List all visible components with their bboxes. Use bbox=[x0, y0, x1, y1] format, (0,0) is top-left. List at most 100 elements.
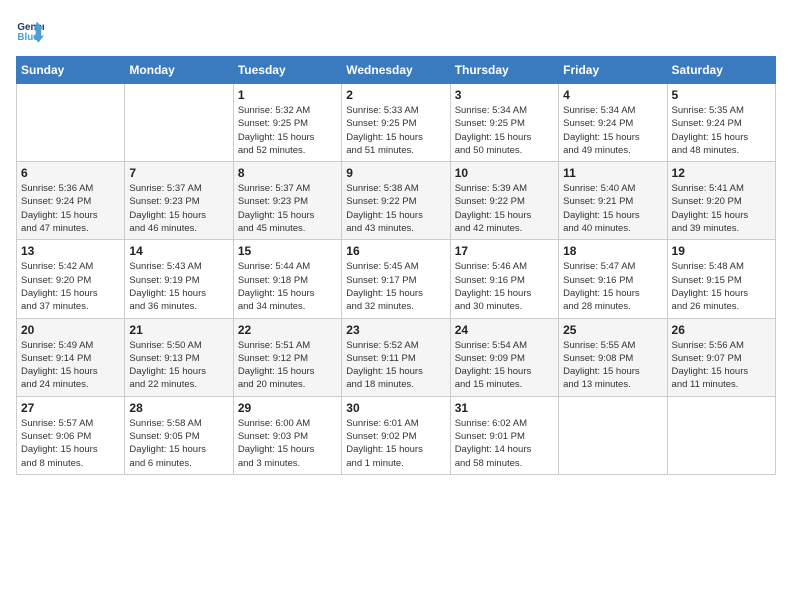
day-info: Sunrise: 5:45 AM Sunset: 9:17 PM Dayligh… bbox=[346, 260, 445, 313]
weekday-header-tuesday: Tuesday bbox=[233, 57, 341, 84]
day-number: 24 bbox=[455, 323, 554, 337]
day-info: Sunrise: 6:01 AM Sunset: 9:02 PM Dayligh… bbox=[346, 417, 445, 470]
calendar-week-row: 27 Sunrise: 5:57 AM Sunset: 9:06 PM Dayli… bbox=[17, 396, 776, 474]
day-number: 10 bbox=[455, 166, 554, 180]
calendar-cell: 10 Sunrise: 5:39 AM Sunset: 9:22 PM Dayli… bbox=[450, 162, 558, 240]
calendar-cell: 14Sunrise: 5:43 AM Sunset: 9:19 PM Dayli… bbox=[125, 240, 233, 318]
calendar-cell: 25Sunrise: 5:55 AM Sunset: 9:08 PM Dayli… bbox=[559, 318, 667, 396]
calendar-cell: 23 Sunrise: 5:52 AM Sunset: 9:11 PM Dayli… bbox=[342, 318, 450, 396]
calendar-cell: 30 Sunrise: 6:01 AM Sunset: 9:02 PM Dayli… bbox=[342, 396, 450, 474]
day-number: 9 bbox=[346, 166, 445, 180]
day-number: 12 bbox=[672, 166, 771, 180]
day-number: 4 bbox=[563, 88, 662, 102]
day-number: 22 bbox=[238, 323, 337, 337]
calendar-week-row: 6 Sunrise: 5:36 AM Sunset: 9:24 PM Daylig… bbox=[17, 162, 776, 240]
day-number: 11 bbox=[563, 166, 662, 180]
day-info: Sunrise: 5:36 AM Sunset: 9:24 PM Dayligh… bbox=[21, 182, 120, 235]
day-info: Sunrise: 5:52 AM Sunset: 9:11 PM Dayligh… bbox=[346, 339, 445, 392]
calendar-cell bbox=[559, 396, 667, 474]
day-number: 31 bbox=[455, 401, 554, 415]
day-info: Sunrise: 5:39 AM Sunset: 9:22 PM Dayligh… bbox=[455, 182, 554, 235]
day-number: 3 bbox=[455, 88, 554, 102]
weekday-header-wednesday: Wednesday bbox=[342, 57, 450, 84]
calendar-table: SundayMondayTuesdayWednesdayThursdayFrid… bbox=[16, 56, 776, 475]
day-info: Sunrise: 5:57 AM Sunset: 9:06 PM Dayligh… bbox=[21, 417, 120, 470]
day-info: Sunrise: 5:40 AM Sunset: 9:21 PM Dayligh… bbox=[563, 182, 662, 235]
day-number: 5 bbox=[672, 88, 771, 102]
day-number: 23 bbox=[346, 323, 445, 337]
calendar-cell: 27 Sunrise: 5:57 AM Sunset: 9:06 PM Dayli… bbox=[17, 396, 125, 474]
day-number: 15 bbox=[238, 244, 337, 258]
calendar-cell: 31 Sunrise: 6:02 AM Sunset: 9:01 PM Dayli… bbox=[450, 396, 558, 474]
day-info: Sunrise: 5:55 AM Sunset: 9:08 PM Dayligh… bbox=[563, 339, 662, 392]
calendar-cell: 9 Sunrise: 5:38 AM Sunset: 9:22 PM Daylig… bbox=[342, 162, 450, 240]
calendar-cell bbox=[667, 396, 775, 474]
logo: General Blue bbox=[16, 16, 48, 44]
day-number: 1 bbox=[238, 88, 337, 102]
calendar-cell bbox=[17, 84, 125, 162]
day-info: Sunrise: 5:51 AM Sunset: 9:12 PM Dayligh… bbox=[238, 339, 337, 392]
day-info: Sunrise: 5:37 AM Sunset: 9:23 PM Dayligh… bbox=[129, 182, 228, 235]
day-info: Sunrise: 5:42 AM Sunset: 9:20 PM Dayligh… bbox=[21, 260, 120, 313]
weekday-header-thursday: Thursday bbox=[450, 57, 558, 84]
day-info: Sunrise: 5:32 AM Sunset: 9:25 PM Dayligh… bbox=[238, 104, 337, 157]
calendar-cell: 8 Sunrise: 5:37 AM Sunset: 9:23 PM Daylig… bbox=[233, 162, 341, 240]
calendar-cell bbox=[125, 84, 233, 162]
day-info: Sunrise: 5:47 AM Sunset: 9:16 PM Dayligh… bbox=[563, 260, 662, 313]
day-info: Sunrise: 5:54 AM Sunset: 9:09 PM Dayligh… bbox=[455, 339, 554, 392]
day-info: Sunrise: 5:49 AM Sunset: 9:14 PM Dayligh… bbox=[21, 339, 120, 392]
calendar-cell: 21 Sunrise: 5:50 AM Sunset: 9:13 PM Dayli… bbox=[125, 318, 233, 396]
day-number: 7 bbox=[129, 166, 228, 180]
day-number: 27 bbox=[21, 401, 120, 415]
day-info: Sunrise: 5:35 AM Sunset: 9:24 PM Dayligh… bbox=[672, 104, 771, 157]
day-info: Sunrise: 5:37 AM Sunset: 9:23 PM Dayligh… bbox=[238, 182, 337, 235]
day-info: Sunrise: 5:38 AM Sunset: 9:22 PM Dayligh… bbox=[346, 182, 445, 235]
calendar-cell: 5 Sunrise: 5:35 AM Sunset: 9:24 PM Daylig… bbox=[667, 84, 775, 162]
calendar-cell: 15 Sunrise: 5:44 AM Sunset: 9:18 PM Dayli… bbox=[233, 240, 341, 318]
day-info: Sunrise: 5:44 AM Sunset: 9:18 PM Dayligh… bbox=[238, 260, 337, 313]
calendar-cell: 3Sunrise: 5:34 AM Sunset: 9:25 PM Daylig… bbox=[450, 84, 558, 162]
day-number: 6 bbox=[21, 166, 120, 180]
day-number: 26 bbox=[672, 323, 771, 337]
day-info: Sunrise: 5:56 AM Sunset: 9:07 PM Dayligh… bbox=[672, 339, 771, 392]
calendar-cell: 11 Sunrise: 5:40 AM Sunset: 9:21 PM Dayli… bbox=[559, 162, 667, 240]
calendar-cell: 29 Sunrise: 6:00 AM Sunset: 9:03 PM Dayli… bbox=[233, 396, 341, 474]
day-number: 28 bbox=[129, 401, 228, 415]
calendar-week-row: 13 Sunrise: 5:42 AM Sunset: 9:20 PM Dayli… bbox=[17, 240, 776, 318]
calendar-cell: 12Sunrise: 5:41 AM Sunset: 9:20 PM Dayli… bbox=[667, 162, 775, 240]
day-number: 21 bbox=[129, 323, 228, 337]
weekday-header-sunday: Sunday bbox=[17, 57, 125, 84]
day-number: 19 bbox=[672, 244, 771, 258]
calendar-cell: 17 Sunrise: 5:46 AM Sunset: 9:16 PM Dayli… bbox=[450, 240, 558, 318]
calendar-cell: 28Sunrise: 5:58 AM Sunset: 9:05 PM Dayli… bbox=[125, 396, 233, 474]
calendar-cell: 22 Sunrise: 5:51 AM Sunset: 9:12 PM Dayli… bbox=[233, 318, 341, 396]
calendar-cell: 1 Sunrise: 5:32 AM Sunset: 9:25 PM Daylig… bbox=[233, 84, 341, 162]
day-number: 8 bbox=[238, 166, 337, 180]
day-info: Sunrise: 5:48 AM Sunset: 9:15 PM Dayligh… bbox=[672, 260, 771, 313]
day-info: Sunrise: 6:02 AM Sunset: 9:01 PM Dayligh… bbox=[455, 417, 554, 470]
calendar-cell: 16Sunrise: 5:45 AM Sunset: 9:17 PM Dayli… bbox=[342, 240, 450, 318]
day-info: Sunrise: 5:34 AM Sunset: 9:24 PM Dayligh… bbox=[563, 104, 662, 157]
calendar-cell: 2 Sunrise: 5:33 AM Sunset: 9:25 PM Daylig… bbox=[342, 84, 450, 162]
calendar-week-row: 1 Sunrise: 5:32 AM Sunset: 9:25 PM Daylig… bbox=[17, 84, 776, 162]
calendar-cell: 26 Sunrise: 5:56 AM Sunset: 9:07 PM Dayli… bbox=[667, 318, 775, 396]
day-number: 18 bbox=[563, 244, 662, 258]
day-number: 20 bbox=[21, 323, 120, 337]
day-info: Sunrise: 5:50 AM Sunset: 9:13 PM Dayligh… bbox=[129, 339, 228, 392]
page-header: General Blue bbox=[16, 16, 776, 44]
calendar-cell: 4 Sunrise: 5:34 AM Sunset: 9:24 PM Daylig… bbox=[559, 84, 667, 162]
weekday-header-saturday: Saturday bbox=[667, 57, 775, 84]
calendar-cell: 18 Sunrise: 5:47 AM Sunset: 9:16 PM Dayli… bbox=[559, 240, 667, 318]
logo-icon: General Blue bbox=[16, 16, 44, 44]
day-info: Sunrise: 5:46 AM Sunset: 9:16 PM Dayligh… bbox=[455, 260, 554, 313]
day-info: Sunrise: 5:33 AM Sunset: 9:25 PM Dayligh… bbox=[346, 104, 445, 157]
day-number: 29 bbox=[238, 401, 337, 415]
day-number: 17 bbox=[455, 244, 554, 258]
calendar-cell: 6 Sunrise: 5:36 AM Sunset: 9:24 PM Daylig… bbox=[17, 162, 125, 240]
day-number: 13 bbox=[21, 244, 120, 258]
day-info: Sunrise: 6:00 AM Sunset: 9:03 PM Dayligh… bbox=[238, 417, 337, 470]
day-number: 30 bbox=[346, 401, 445, 415]
weekday-header-monday: Monday bbox=[125, 57, 233, 84]
day-number: 2 bbox=[346, 88, 445, 102]
calendar-cell: 19 Sunrise: 5:48 AM Sunset: 9:15 PM Dayli… bbox=[667, 240, 775, 318]
